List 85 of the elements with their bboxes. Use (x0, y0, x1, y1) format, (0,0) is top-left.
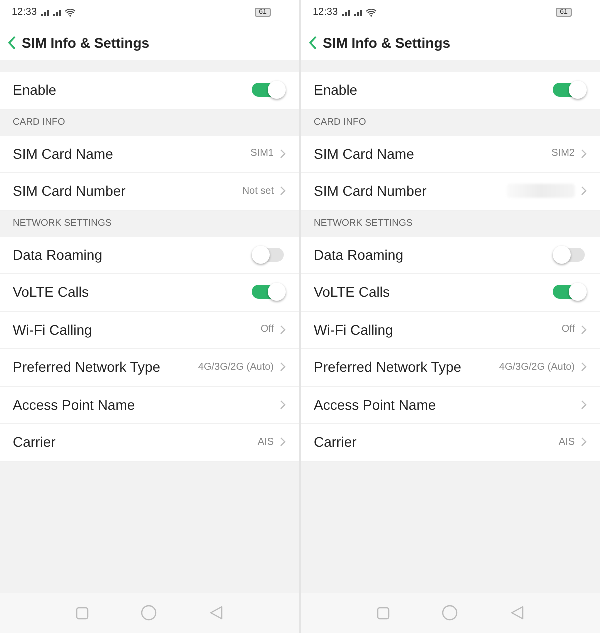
setting-label: SIM Card Name (314, 146, 416, 162)
setting-value: 4G/3G/2G (Auto) (499, 362, 575, 373)
home-icon[interactable] (141, 605, 158, 621)
setting-label: VoLTE Calls (314, 284, 391, 300)
chevron-icon (280, 186, 286, 196)
setting-label: Wi-Fi Calling (13, 322, 94, 338)
setting-label: Wi-Fi Calling (314, 322, 394, 338)
section-header: NETWORK SETTINGS (313, 217, 414, 231)
toggle-switch[interactable] (252, 244, 286, 265)
setting-row[interactable]: Wi-Fi Calling Off (301, 312, 600, 349)
setting-row[interactable]: SIM Card Name SIM1 (0, 136, 299, 173)
section-header: CARD INFO (313, 116, 368, 130)
chevron-icon (280, 400, 286, 410)
setting-value: Not set (242, 186, 274, 197)
setting-row[interactable]: VoLTE Calls (0, 274, 299, 312)
setting-row[interactable]: Enable (301, 72, 600, 110)
chevron-icon (280, 437, 286, 448)
setting-row[interactable]: Carrier AIS (301, 424, 600, 462)
setting-row[interactable]: SIM Card Number Not set (0, 173, 299, 210)
section-header: NETWORK SETTINGS (12, 217, 113, 231)
wifi-icon (65, 8, 76, 16)
setting-label: Access Point Name (13, 396, 136, 413)
chevron-icon (280, 324, 286, 335)
setting-value: Off (562, 324, 575, 336)
setting-row[interactable]: Enable (0, 72, 299, 110)
setting-row[interactable]: Wi-Fi Calling Off (0, 312, 299, 349)
chevron-icon (581, 362, 587, 372)
setting-label: Access Point Name (314, 396, 438, 413)
setting-label: Enable (13, 82, 58, 98)
signal-icon (342, 9, 352, 16)
toggle-switch[interactable] (252, 80, 286, 100)
back-icon[interactable] (309, 36, 317, 50)
toggle-switch[interactable] (252, 282, 286, 302)
setting-row[interactable]: Preferred Network Type 4G/3G/2G (Auto) (0, 349, 299, 386)
setting-value: Off (260, 324, 274, 336)
signal-icon (53, 9, 64, 16)
setting-label: Carrier (13, 434, 57, 450)
setting-row[interactable]: SIM Card Number (301, 173, 600, 210)
back-nav-icon[interactable] (510, 606, 524, 620)
screen-title: SIM Info & Settings (323, 34, 451, 50)
back-nav-icon[interactable] (210, 606, 223, 620)
status-time: 12:33 (12, 7, 38, 18)
chevron-icon (581, 400, 587, 410)
square-nav-icon[interactable] (76, 606, 90, 620)
chevron-icon (581, 148, 587, 159)
setting-label: SIM Card Name (13, 146, 114, 162)
setting-row[interactable]: VoLTE Calls (301, 274, 600, 312)
toggle-switch[interactable] (553, 244, 587, 265)
status-time: 12:33 (313, 7, 338, 18)
chevron-icon (581, 324, 587, 335)
setting-value: SIM2 (552, 148, 575, 160)
setting-label: Enable (314, 82, 359, 98)
screen-title: SIM Info & Settings (22, 34, 150, 50)
setting-label: Carrier (314, 434, 358, 450)
setting-row[interactable]: Data Roaming (0, 236, 299, 274)
setting-label: Preferred Network Type (314, 359, 463, 376)
chevron-icon (581, 186, 587, 196)
setting-row[interactable]: Access Point Name (0, 386, 299, 424)
square-nav-icon[interactable] (377, 606, 390, 620)
setting-label: SIM Card Number (13, 183, 127, 200)
chevron-icon (280, 148, 286, 159)
setting-row[interactable]: SIM Card Name SIM2 (301, 136, 600, 173)
toggle-switch[interactable] (553, 282, 587, 302)
setting-value: SIM1 (250, 148, 274, 160)
setting-label: Preferred Network Type (13, 359, 162, 376)
section-header: CARD INFO (12, 116, 66, 130)
signal-icon (41, 9, 52, 16)
back-icon[interactable] (8, 36, 16, 50)
wifi-icon (366, 8, 378, 16)
setting-label: Data Roaming (13, 246, 104, 263)
setting-label: Data Roaming (314, 246, 404, 263)
setting-row[interactable]: Carrier AIS (0, 424, 299, 462)
toggle-switch[interactable] (553, 80, 587, 100)
setting-value: AIS (258, 436, 274, 448)
home-icon[interactable] (442, 605, 458, 621)
setting-label: VoLTE Calls (13, 284, 90, 300)
setting-label: SIM Card Number (314, 183, 428, 200)
setting-row[interactable]: Preferred Network Type 4G/3G/2G (Auto) (301, 349, 600, 386)
chevron-icon (581, 437, 587, 448)
setting-value: 4G/3G/2G (Auto) (198, 362, 274, 373)
setting-row[interactable]: Access Point Name (301, 386, 600, 424)
chevron-icon (280, 362, 286, 372)
setting-row[interactable]: Data Roaming (301, 236, 600, 274)
signal-icon (354, 9, 364, 16)
setting-value: AIS (558, 436, 575, 448)
